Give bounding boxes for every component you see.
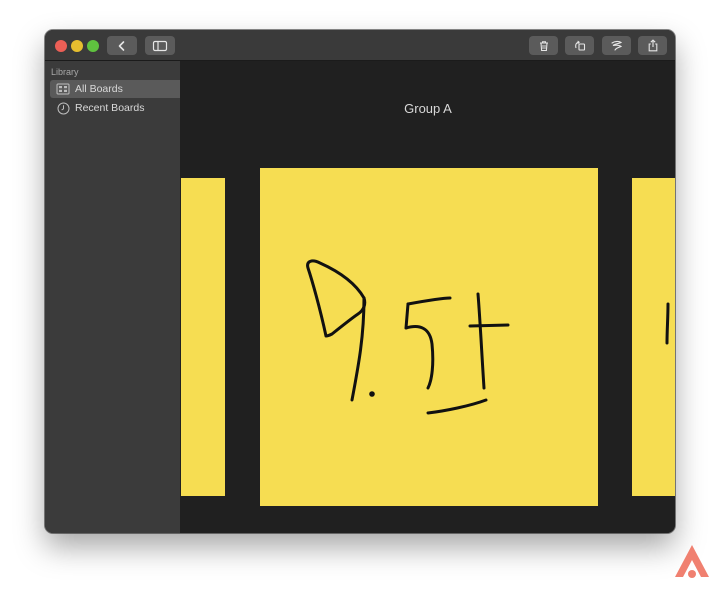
share-button[interactable] — [638, 36, 667, 55]
trash-icon — [539, 40, 548, 51]
handwriting-partial — [665, 302, 670, 345]
grid-icon — [56, 82, 70, 96]
title-bar — [45, 30, 675, 61]
group-title: Group A — [404, 101, 452, 116]
rotate-icon — [574, 40, 585, 51]
handwriting-9-5 — [306, 259, 510, 415]
sidebar-item-label: Recent Boards — [75, 102, 145, 114]
back-button[interactable] — [107, 36, 137, 55]
chevron-left-icon — [118, 40, 125, 51]
share-icon — [648, 39, 657, 52]
sidebar-item-all-boards[interactable]: All Boards — [50, 80, 180, 98]
close-window-button[interactable] — [55, 40, 67, 52]
toggle-sidebar-button[interactable] — [145, 36, 175, 55]
sticky-note-left[interactable] — [181, 178, 225, 496]
brand-logo-icon — [675, 545, 709, 578]
sidebar-item-label: All Boards — [75, 83, 123, 95]
sidebar-icon — [152, 40, 168, 51]
convert-button[interactable] — [565, 36, 594, 55]
app-window: Library All Boards Recent Boards Group A — [45, 30, 675, 533]
sidebar-item-recent-boards[interactable]: Recent Boards — [50, 99, 180, 117]
minimize-window-button[interactable] — [71, 40, 83, 52]
sidebar: Library All Boards Recent Boards — [45, 61, 181, 533]
pen-button[interactable] — [602, 36, 631, 55]
clock-icon — [56, 101, 70, 115]
pen-icon — [610, 40, 622, 51]
delete-button[interactable] — [529, 36, 558, 55]
maximize-window-button[interactable] — [87, 40, 99, 52]
sticky-note-center[interactable] — [260, 168, 598, 506]
library-section-label: Library — [51, 67, 79, 77]
sticky-note-right[interactable] — [632, 178, 675, 496]
board-canvas: Group A — [181, 61, 675, 533]
